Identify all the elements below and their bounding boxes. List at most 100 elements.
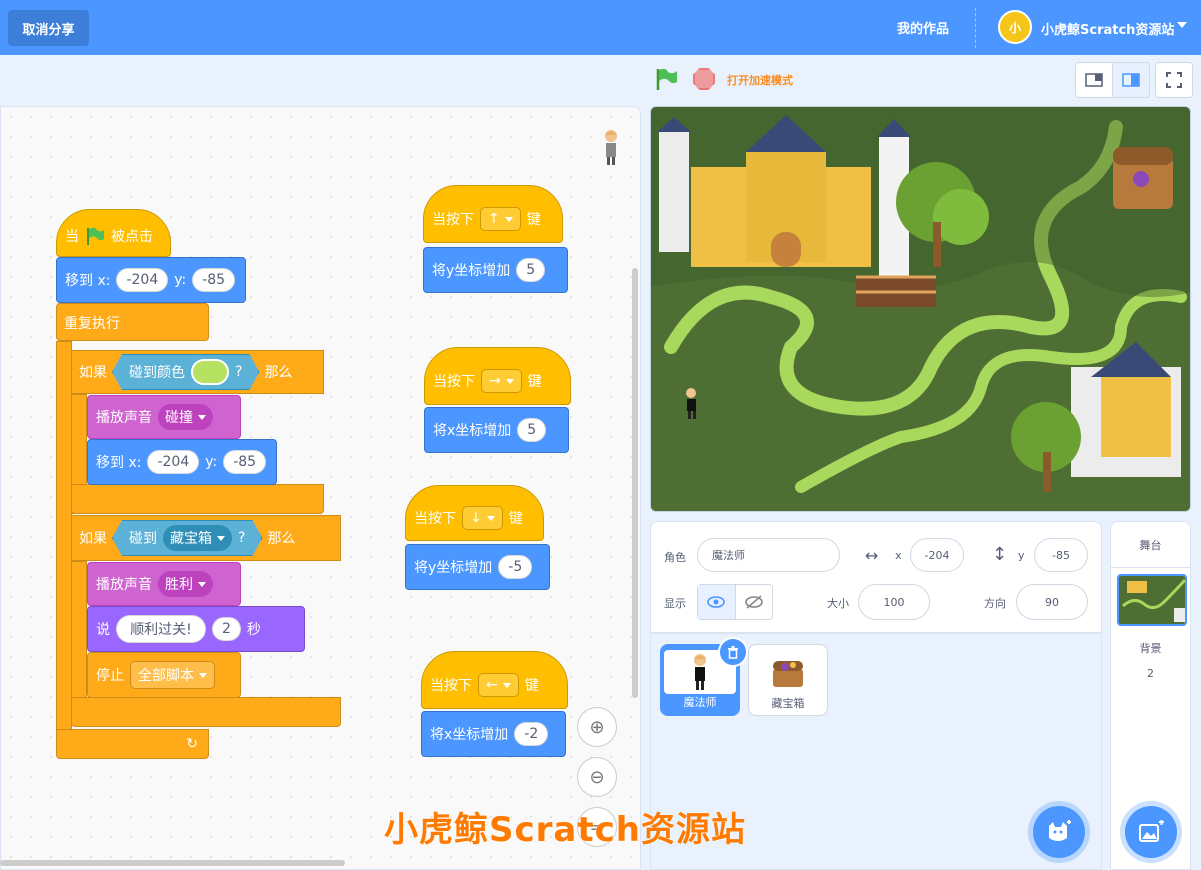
show-button[interactable]	[698, 585, 736, 619]
play-sound-block-1[interactable]: 播放声音 碰撞	[87, 395, 241, 439]
if-block-2-bottom[interactable]	[71, 697, 341, 727]
x-position-input[interactable]: -204	[910, 538, 964, 572]
if-block-1-bottom[interactable]	[71, 484, 324, 514]
caret-icon	[502, 682, 511, 688]
block-label: y:	[205, 454, 218, 470]
my-works-link[interactable]: 我的作品	[897, 18, 949, 37]
key-dropdown[interactable]: ↑	[480, 207, 521, 231]
touching-block[interactable]: 碰到 藏宝箱 ?	[112, 520, 262, 556]
small-stage-button[interactable]	[1075, 62, 1113, 98]
when-key-pressed-block-right[interactable]: 当按下 → 键	[424, 347, 571, 405]
zoom-out-icon: ⊖	[589, 766, 605, 788]
say-for-secs-block[interactable]: 说 顺利过关! 2 秒	[87, 606, 305, 652]
loop-arrow-icon: ↻	[186, 736, 198, 752]
if-header-1[interactable]: 如果 碰到颜色 ? 那么	[71, 350, 300, 394]
stop-block[interactable]: 停止 全部脚本	[87, 652, 241, 698]
zoom-in-button[interactable]: ⊕	[577, 707, 617, 747]
stop-button[interactable]	[693, 68, 715, 90]
when-key-pressed-block-left[interactable]: 当按下 ← 键	[421, 651, 568, 709]
value-input[interactable]: 5	[516, 258, 546, 282]
trash-icon	[728, 646, 738, 659]
sprite-tile-treasure[interactable]: 藏宝箱	[748, 644, 828, 716]
avatar[interactable]: 小	[998, 10, 1032, 44]
show-label: 显示	[664, 597, 686, 610]
touch-target-dropdown[interactable]: 藏宝箱	[163, 525, 232, 551]
stage-scene	[651, 107, 1190, 511]
sprite-thumbnail	[752, 649, 824, 695]
delete-sprite-button[interactable]	[718, 637, 748, 667]
normal-stage-button[interactable]	[1112, 62, 1150, 98]
vertical-arrows-icon: ↕	[992, 544, 1008, 565]
sound-dropdown[interactable]: 碰撞	[158, 404, 213, 430]
when-flag-clicked-block[interactable]: 当 被点击	[56, 209, 171, 257]
forever-bottom[interactable]: ↻	[56, 729, 209, 759]
say-text-input[interactable]: 顺利过关!	[116, 615, 206, 643]
y-input[interactable]: -85	[223, 450, 267, 474]
sound-dropdown[interactable]: 胜利	[158, 571, 213, 597]
dropdown-label: →	[489, 373, 501, 389]
forever-arm[interactable]	[56, 341, 72, 741]
fence	[856, 275, 936, 307]
stop-dropdown[interactable]: 全部脚本	[130, 661, 215, 689]
fullscreen-button[interactable]	[1155, 62, 1193, 98]
touching-color-block[interactable]: 碰到颜色 ?	[112, 354, 259, 390]
block-label: 当	[65, 229, 79, 245]
if-block-2-arm[interactable]	[71, 561, 87, 701]
if-header-2[interactable]: 如果 碰到 藏宝箱 ? 那么	[71, 515, 303, 561]
caret-icon	[504, 216, 513, 222]
secs-input[interactable]: 2	[212, 617, 241, 641]
key-dropdown[interactable]: →	[481, 369, 522, 393]
goto-xy-block-2[interactable]: 移到 x: -204 y: -85	[87, 439, 277, 485]
sprite-info-panel: 角色 魔法师 ↔ x -204 ↕ y -85 显示 大小 100 方向 90	[650, 521, 1102, 633]
block-label: 如果	[79, 531, 107, 547]
goto-xy-block[interactable]: 移到 x: -204 y: -85	[56, 257, 246, 303]
value-input[interactable]: -2	[514, 722, 549, 746]
user-name[interactable]: 小虎鲸Scratch资源站	[1041, 19, 1174, 38]
treasure-chest-icon	[773, 661, 803, 687]
green-flag-button[interactable]	[655, 67, 679, 91]
sprite-tile-name: 魔法师	[683, 696, 717, 709]
value-input[interactable]: 5	[517, 418, 547, 442]
x-input[interactable]: -204	[147, 450, 200, 474]
sprite-label: 角色	[664, 551, 686, 564]
code-vertical-scrollbar[interactable]	[632, 268, 638, 698]
y-input[interactable]: -85	[192, 268, 236, 292]
code-horizontal-scrollbar[interactable]	[0, 860, 345, 866]
block-label: 当按下	[432, 212, 474, 228]
backdrop-thumbnail[interactable]	[1117, 574, 1187, 626]
key-dropdown[interactable]: ←	[478, 673, 519, 697]
turbo-mode-link[interactable]: 打开加速模式	[727, 72, 793, 88]
block-label: 碰到	[129, 531, 157, 547]
color-swatch[interactable]	[191, 359, 229, 385]
hide-button[interactable]	[736, 585, 773, 619]
key-dropdown[interactable]: ↓	[462, 506, 503, 530]
x-input[interactable]: -204	[116, 268, 169, 292]
cancel-share-button[interactable]: 取消分享	[8, 10, 89, 46]
direction-input[interactable]: 90	[1016, 584, 1088, 620]
block-label: 秒	[246, 622, 261, 638]
caret-icon	[199, 672, 207, 678]
code-area[interactable]: ↻ 当 被点击 移到 x: -204 y: -85 重复执行 如果 碰到颜色 ?…	[0, 106, 641, 870]
stage-canvas[interactable]	[650, 106, 1191, 512]
sprite-name-input[interactable]: 魔法师	[697, 538, 840, 572]
normal-stage-icon	[1122, 73, 1140, 87]
y-position-input[interactable]: -85	[1034, 538, 1088, 572]
change-x-block-right[interactable]: 将x坐标增加 5	[424, 407, 569, 453]
when-key-pressed-block-down[interactable]: 当按下 ↓ 键	[405, 485, 544, 541]
add-backdrop-button[interactable]	[1125, 806, 1177, 858]
change-y-block-down[interactable]: 将y坐标增加 -5	[405, 544, 550, 590]
change-y-block-up[interactable]: 将y坐标增加 5	[423, 247, 568, 293]
dropdown-label: 藏宝箱	[170, 531, 212, 547]
watermark-text: 小虎鲸Scratch资源站	[384, 810, 746, 850]
image-plus-icon	[1139, 820, 1164, 842]
block-label: 移到 x:	[65, 273, 111, 289]
chevron-down-icon[interactable]	[1177, 22, 1187, 28]
zoom-out-button[interactable]: ⊖	[577, 757, 617, 797]
dropdown-label: 全部脚本	[138, 668, 194, 684]
change-x-block-left[interactable]: 将x坐标增加 -2	[421, 711, 566, 757]
size-input[interactable]: 100	[858, 584, 930, 620]
value-input[interactable]: -5	[498, 555, 533, 579]
play-sound-block-2[interactable]: 播放声音 胜利	[87, 562, 241, 606]
when-key-pressed-block-up[interactable]: 当按下 ↑ 键	[423, 185, 563, 243]
add-sprite-button[interactable]	[1033, 806, 1085, 858]
